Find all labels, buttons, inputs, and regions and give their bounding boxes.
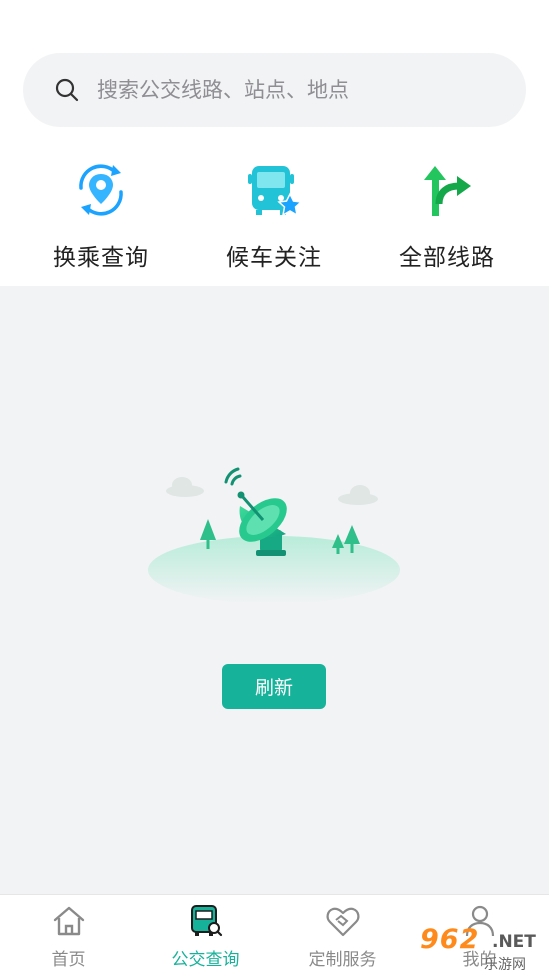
tab-home[interactable]: 首页 (0, 903, 137, 970)
refresh-button[interactable]: 刷新 (222, 664, 326, 709)
bus-search-icon (190, 905, 222, 937)
quick-item-transfer[interactable]: 换乘查询 (11, 158, 191, 272)
quick-actions: 换乘查询 候车关注 全部线路 (0, 158, 549, 286)
watermark-logo: 962 .NET 乐游网 (414, 924, 544, 973)
quick-item-all-routes[interactable]: 全部线路 (357, 158, 537, 272)
satellite-dish-icon (148, 467, 400, 604)
handshake-heart-icon (326, 907, 359, 937)
home-icon (53, 906, 84, 936)
tab-bus-query[interactable]: 公交查询 (137, 903, 274, 970)
watermark-site-name: 乐游网 (484, 957, 526, 973)
empty-state-area: 刷新 (0, 286, 549, 894)
transfer-location-icon (79, 164, 123, 216)
search-bar[interactable] (23, 53, 526, 127)
search-input[interactable] (95, 77, 479, 103)
route-arrows-icon (424, 166, 471, 216)
quick-item-label: 候车关注 (226, 245, 322, 271)
watermark-net: .NET (492, 932, 536, 952)
bus-star-icon (248, 166, 303, 217)
quick-item-bus-watch[interactable]: 候车关注 (184, 158, 364, 272)
quick-item-label: 换乘查询 (53, 245, 149, 271)
search-icon (55, 78, 79, 102)
tab-label: 定制服务 (308, 950, 377, 970)
tab-label: 公交查询 (171, 950, 240, 970)
watermark-number: 962 (420, 924, 480, 955)
tab-label: 首页 (51, 950, 86, 970)
tab-custom-service[interactable]: 定制服务 (274, 903, 411, 970)
quick-item-label: 全部线路 (399, 245, 495, 271)
